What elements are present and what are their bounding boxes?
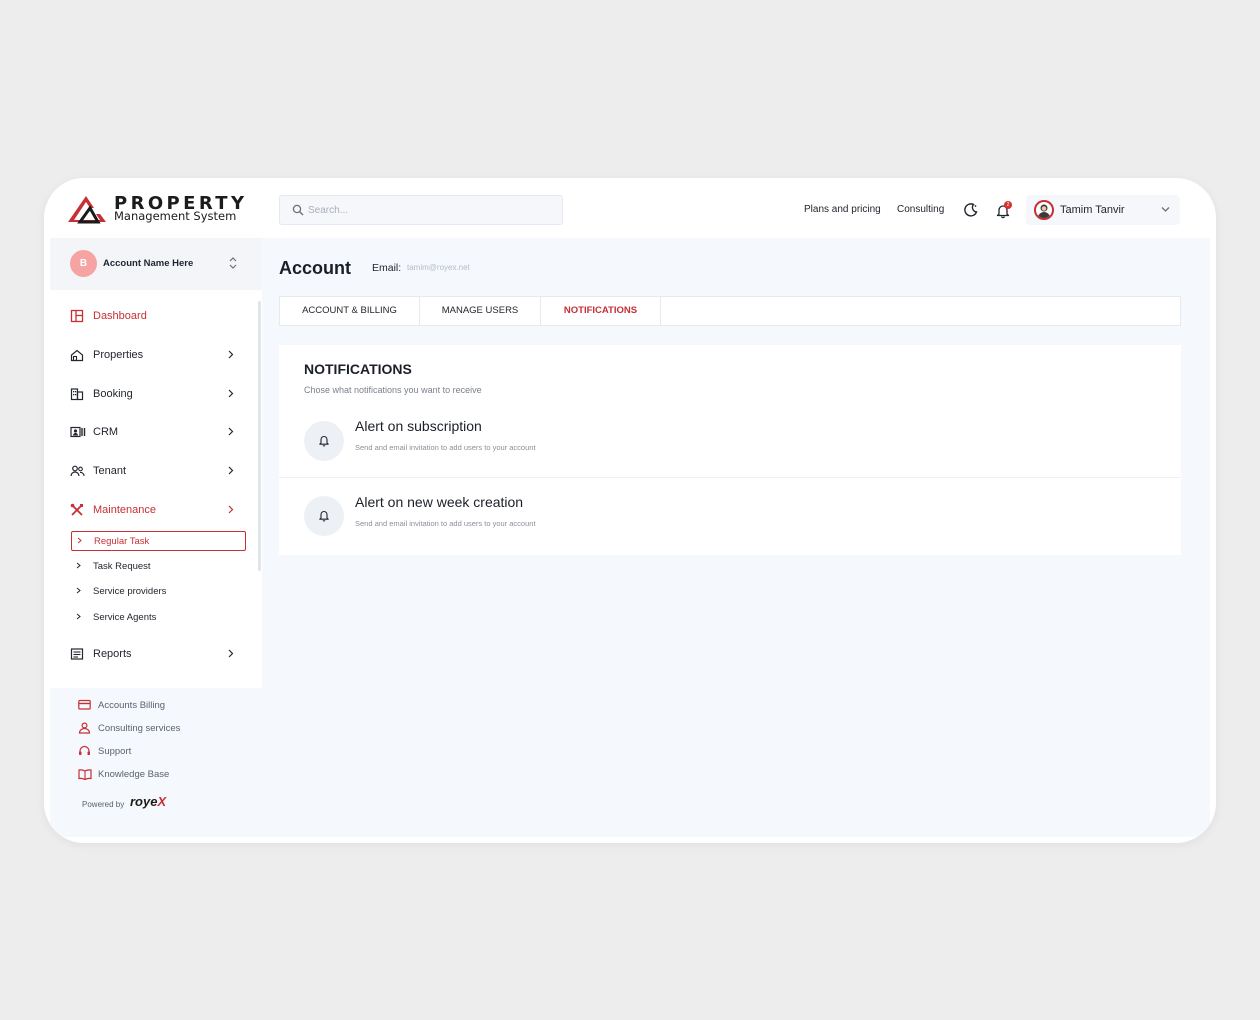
account-switcher[interactable]: B Account Name Here	[50, 238, 262, 290]
bell-icon	[319, 436, 329, 447]
sidebar-item-label: CRM	[93, 426, 119, 438]
account-name: Account Name Here	[103, 258, 194, 269]
search-box[interactable]	[279, 195, 563, 225]
notification-title: Alert on new week creation	[355, 494, 524, 510]
notifications-card: NOTIFICATIONS Chose what notifications y…	[279, 345, 1181, 555]
notification-title: Alert on subscription	[355, 418, 482, 434]
search-input[interactable]	[308, 196, 558, 224]
tab-account-billing[interactable]: ACCOUNT & BILLING	[280, 297, 420, 325]
user-avatar	[1034, 200, 1054, 220]
submenu-item-service-providers[interactable]: Service providers	[71, 581, 246, 601]
sidebar-item-label: Maintenance	[93, 504, 156, 516]
royex-logo[interactable]: royeX	[130, 794, 166, 809]
footer-link-label: Accounts Billing	[98, 700, 166, 711]
user-menu[interactable]: Tamim Tanvir	[1026, 195, 1180, 225]
expand-collapse-icon	[229, 257, 237, 269]
tab-notifications[interactable]: NOTIFICATIONS	[541, 297, 661, 325]
sidebar-item-crm[interactable]: CRM	[70, 422, 240, 442]
notification-bell-button[interactable]	[304, 421, 344, 461]
dashboard-icon	[70, 309, 84, 323]
sidebar-footer: Accounts Billing Consulting services Sup…	[50, 688, 262, 837]
sidebar-item-label: Booking	[93, 388, 133, 400]
notification-description: Send and email invitation to add users t…	[355, 443, 536, 452]
royex-logo-text: roye	[130, 794, 158, 809]
tenant-icon	[70, 465, 85, 477]
page-title: Account	[279, 258, 351, 278]
footer-link-label: Support	[98, 746, 132, 757]
notifications-subtitle: Chose what notifications you want to rec…	[304, 385, 482, 395]
plans-pricing-link[interactable]: Plans and pricing	[804, 204, 881, 215]
person-icon	[78, 722, 91, 734]
sidebar-item-dashboard[interactable]: Dashboard	[70, 306, 240, 326]
submenu-item-regular-task[interactable]: Regular Task	[71, 531, 246, 551]
brand-logo[interactable]: PROPERTY Management System	[66, 192, 256, 226]
sidebar: B Account Name Here Dashboard Properties	[50, 238, 262, 837]
consulting-link[interactable]: Consulting	[897, 204, 944, 215]
submenu-item-label: Task Request	[93, 561, 151, 572]
chevron-right-icon	[228, 350, 234, 359]
notification-badge: 2	[1004, 201, 1012, 209]
bell-icon	[319, 511, 329, 522]
app-screen: PROPERTY Management System Plans and pri…	[50, 178, 1210, 837]
sidebar-scrollbar[interactable]	[258, 301, 261, 571]
chevron-down-icon	[1161, 207, 1170, 212]
sidebar-item-label: Tenant	[93, 465, 127, 477]
crm-icon	[70, 426, 86, 438]
submenu-item-service-agents[interactable]: Service Agents	[71, 607, 246, 627]
chevron-right-icon	[228, 427, 234, 436]
book-icon	[78, 769, 92, 780]
sidebar-item-label: Properties	[93, 349, 144, 361]
chevron-right-icon	[228, 505, 234, 514]
chevron-right-icon	[228, 389, 234, 398]
sidebar-item-label: Reports	[93, 648, 132, 660]
chevron-right-icon	[228, 649, 234, 658]
sidebar-item-maintenance[interactable]: Maintenance	[70, 500, 240, 520]
reports-icon	[70, 648, 84, 660]
notification-bell-button[interactable]	[304, 496, 344, 536]
submenu-item-label: Service Agents	[93, 612, 157, 623]
headset-icon	[79, 745, 90, 755]
building-icon	[70, 388, 84, 401]
notification-setting-new-week[interactable]: Alert on new week creation Send and emai…	[279, 477, 1181, 553]
sidebar-item-tenant[interactable]: Tenant	[70, 461, 240, 481]
sidebar-item-properties[interactable]: Properties	[70, 345, 240, 365]
sidebar-item-reports[interactable]: Reports	[70, 644, 240, 664]
chevron-right-icon	[76, 562, 81, 569]
logo-mark-icon	[68, 196, 106, 224]
chevron-right-icon	[77, 537, 82, 544]
moon-icon[interactable]	[963, 202, 979, 218]
user-photo-icon	[1038, 204, 1050, 218]
account-avatar: B	[70, 250, 97, 277]
sidebar-item-label: Dashboard	[93, 310, 147, 322]
notification-description: Send and email invitation to add users t…	[355, 519, 536, 528]
email-value: tamim@royex.net	[407, 263, 470, 272]
brand-subtitle: Management System	[114, 209, 237, 223]
notification-setting-subscription[interactable]: Alert on subscription Send and email inv…	[279, 401, 1181, 477]
user-name: Tamim Tanvir	[1060, 204, 1125, 216]
card-icon	[78, 699, 91, 710]
royex-logo-x: X	[157, 794, 167, 809]
chevron-right-icon	[76, 613, 81, 620]
notifications-bell[interactable]: 2	[995, 201, 1013, 220]
submenu-item-label: Regular Task	[94, 536, 150, 547]
tools-icon	[70, 503, 83, 516]
tab-manage-users[interactable]: MANAGE USERS	[420, 297, 541, 325]
chevron-right-icon	[228, 466, 234, 475]
top-bar: PROPERTY Management System Plans and pri…	[50, 178, 1210, 238]
email-label: Email:	[372, 262, 402, 274]
notifications-title: NOTIFICATIONS	[304, 361, 412, 377]
powered-by-text: Powered by	[82, 800, 125, 809]
footer-link-label: Consulting services	[98, 723, 181, 734]
properties-icon	[70, 349, 84, 362]
search-icon	[292, 204, 304, 216]
account-tabs: ACCOUNT & BILLING MANAGE USERS NOTIFICAT…	[279, 296, 1181, 326]
submenu-item-label: Service providers	[93, 586, 167, 597]
footer-link-label: Knowledge Base	[98, 769, 170, 780]
main-content: Account Email: tamim@royex.net ACCOUNT &…	[262, 238, 1210, 837]
submenu-item-task-request[interactable]: Task Request	[71, 556, 246, 576]
sidebar-item-booking[interactable]: Booking	[70, 384, 240, 404]
chevron-right-icon	[76, 587, 81, 594]
device-frame: PROPERTY Management System Plans and pri…	[44, 178, 1216, 843]
